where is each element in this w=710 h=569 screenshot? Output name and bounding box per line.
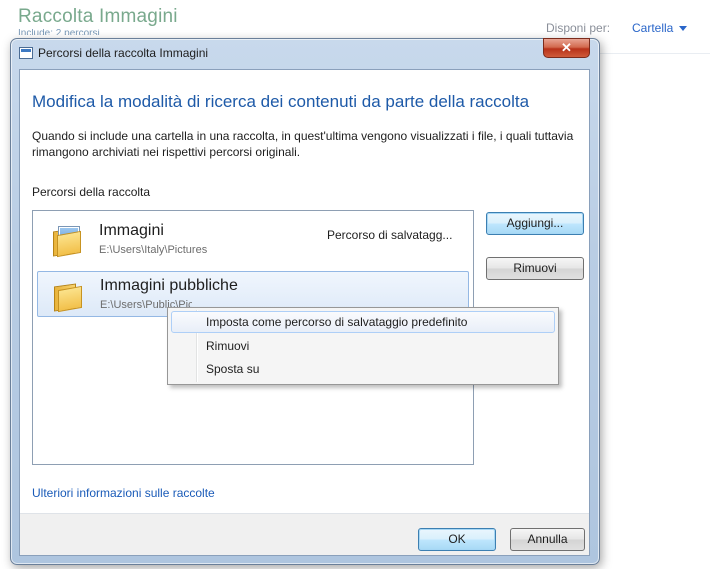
library-locations-dialog: Percorsi della raccolta Immagini ✕ Modif… xyxy=(10,38,600,565)
location-path: E:\Users\Italy\Pictures xyxy=(99,244,208,256)
more-info-link[interactable]: Ulteriori informazioni sulle raccolte xyxy=(32,486,215,500)
context-menu: Imposta come percorso di salvataggio pre… xyxy=(167,307,559,385)
location-name: Immagini xyxy=(99,222,164,239)
folder-icon xyxy=(54,282,84,313)
dialog-heading: Modifica la modalità di ricerca dei cont… xyxy=(32,92,530,111)
library-title: Raccolta Immagini xyxy=(18,6,178,27)
menu-item-remove[interactable]: Rimuovi xyxy=(171,335,555,357)
location-name: Immagini pubbliche xyxy=(100,277,238,294)
dialog-footer xyxy=(20,514,589,555)
location-item-pictures[interactable]: Immagini E:\Users\Italy\Pictures Percors… xyxy=(37,217,469,263)
library-divider xyxy=(596,53,710,54)
library-subtitle: Include: 2 percorsi xyxy=(18,29,100,35)
dialog-title: Percorsi della raccolta Immagini xyxy=(38,46,209,60)
arrange-by-label: Disponi per: xyxy=(546,21,611,35)
arrange-by-value: Cartella xyxy=(632,21,674,35)
add-button[interactable]: Aggiungi... xyxy=(486,212,584,235)
dialog-intro-text: Quando si include una cartella in una ra… xyxy=(32,129,574,159)
menu-item-move-up[interactable]: Sposta su xyxy=(171,358,555,380)
locations-label: Percorsi della raccolta xyxy=(32,185,151,199)
close-button[interactable]: ✕ xyxy=(543,38,590,58)
pictures-folder-icon xyxy=(53,227,83,258)
cancel-button[interactable]: Annulla xyxy=(510,528,585,551)
remove-button[interactable]: Rimuovi xyxy=(486,257,584,280)
chevron-down-icon xyxy=(679,26,688,32)
menu-item-set-default-save-location[interactable]: Imposta come percorso di salvataggio pre… xyxy=(171,311,555,333)
arrange-by-dropdown[interactable]: Cartella xyxy=(632,21,688,35)
save-location-badge: Percorso di salvatagg... xyxy=(327,228,453,242)
window-icon xyxy=(19,47,33,59)
ok-button[interactable]: OK xyxy=(418,528,496,551)
